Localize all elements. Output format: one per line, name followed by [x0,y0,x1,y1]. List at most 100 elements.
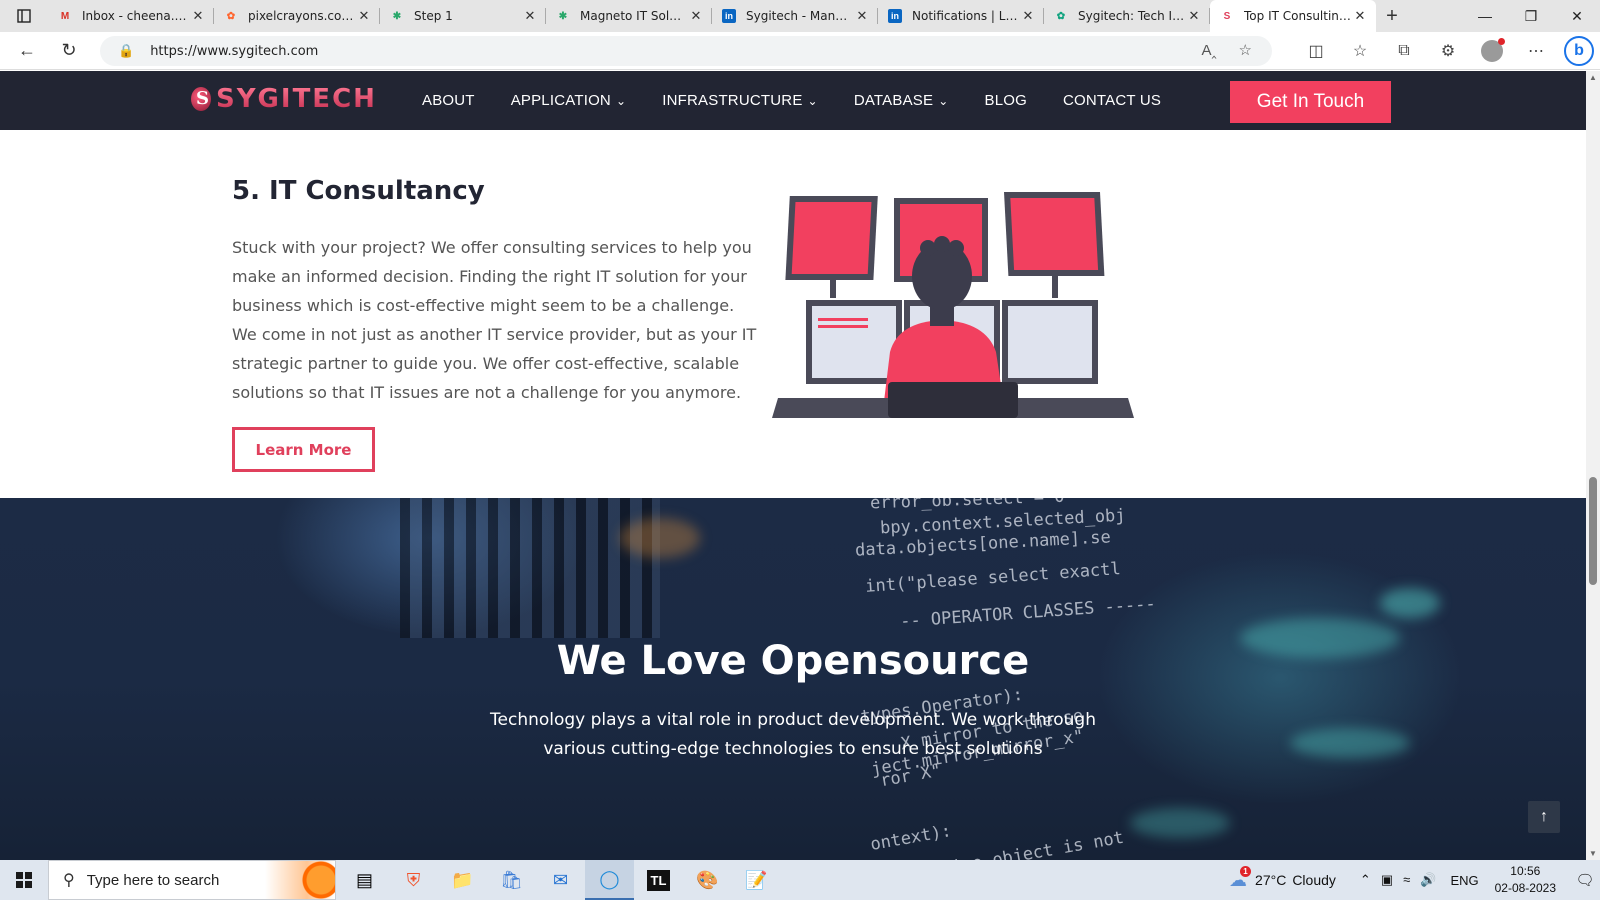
profile-avatar[interactable] [1481,38,1505,62]
new-tab-button[interactable]: + [1376,5,1408,28]
lock-icon[interactable]: 🔒 [118,43,134,59]
bing-chat-icon[interactable]: b [1564,36,1594,66]
extensions-icon[interactable]: ⚙ [1426,41,1470,61]
collections-icon[interactable]: ⧉ [1382,42,1426,60]
browser-tab[interactable]: ✿ pixelcrayons.com: E✕ [214,0,380,32]
code-line: -- OPERATOR CLASSES ----- [899,594,1157,632]
nav-item-label: ABOUT [422,92,475,109]
wifi-icon[interactable]: ≈ [1403,872,1410,888]
linkedin-icon: in [722,9,736,23]
semrush-icon: ✿ [226,10,236,22]
scroll-thumb[interactable] [1589,477,1597,585]
tab-title: Top IT Consulting C [1244,9,1352,23]
logo-mark-icon: S [188,84,212,114]
browser-tab[interactable]: M Inbox - cheena.shel ✕ [48,0,214,32]
chevron-down-icon: ⌄ [615,93,627,108]
browser-tab[interactable]: in Notifications | Linke ✕ [878,0,1044,32]
get-in-touch-button[interactable]: Get In Touch [1230,81,1391,123]
site-logo[interactable]: S SYGITECH [188,84,377,114]
page-scrollbar[interactable]: ▲ ▼ [1586,71,1600,860]
scroll-down-arrow-icon[interactable]: ▼ [1589,849,1597,858]
nav-item-label: DATABASE [853,92,934,109]
paint-icon[interactable]: 🎨 [683,860,732,900]
close-tab-icon[interactable]: ✕ [356,8,372,24]
magento-icon: ✱ [558,10,568,22]
url-field[interactable]: 🔒 https://www.sygitech.com A‸ ☆ [100,36,1272,66]
browser-tab[interactable]: ✱ Magneto IT Solution ✕ [546,0,712,32]
banner-text: Technology plays a vital role in product… [490,710,1096,759]
tab-actions-icon[interactable] [0,0,48,32]
favorite-star-icon[interactable]: ☆ [1239,41,1252,59]
chevron-down-icon: ⌄ [938,93,949,108]
notification-center-icon[interactable]: 🗨 [1570,860,1600,900]
browser-tab-bar: M Inbox - cheena.shel ✕ ✿ pixelcrayons.com: … [0,0,1600,32]
tab-title: Sygitech: Tech Inno [1078,9,1186,23]
close-tab-icon[interactable]: ✕ [190,8,206,24]
site-header: S SYGITECH ABOUT APPLICATION ⌄ INFRASTRUCTU… [0,71,1586,130]
browser-tab[interactable]: ✿ Sygitech: Tech Inno ✕ [1044,0,1210,32]
browser-tab[interactable]: ✱ Step 1 ✕ [380,0,546,32]
close-tab-icon[interactable]: ✕ [1186,8,1202,24]
chevron-down-icon: ⌄ [807,93,818,108]
split-screen-icon[interactable]: ◫ [1294,41,1338,61]
mail-icon[interactable]: ✉ [536,860,585,900]
file-explorer-icon[interactable]: 📁 [438,860,487,900]
opensource-banner: error_ob.select = 0 bpy.context.selected_… [0,498,1586,860]
nav-item-infrastructure[interactable]: INFRASTRUCTURE ⌄ [662,92,818,109]
tab-title: Sygitech - Manage [746,9,854,23]
weather-temp: 27°C [1255,872,1287,888]
nav-item-database[interactable]: DATABASE ⌄ [854,92,949,109]
nav-item-about[interactable]: ABOUT [422,92,475,109]
back-icon[interactable]: ← [6,32,48,70]
start-button[interactable] [0,860,48,900]
section-title: 5. IT Consultancy [232,176,485,206]
weather-text: Cloudy [1292,872,1336,888]
weather-widget[interactable]: ☁ 1 27°C Cloudy [1229,865,1336,891]
tl-app-icon[interactable]: TL [634,860,683,900]
more-menu-icon[interactable]: ⋯ [1514,41,1558,61]
show-hidden-icons-icon[interactable]: ⌃ [1360,872,1371,888]
brave-browser-icon[interactable]: ⛨ [389,860,438,900]
close-tab-icon[interactable]: ✕ [688,8,704,24]
close-window-icon[interactable]: ✕ [1554,0,1600,32]
restore-icon[interactable]: ❐ [1508,0,1554,32]
code-line: int("please select exactl [864,559,1122,597]
scroll-to-top-button[interactable]: ↑ [1528,801,1560,833]
tab-title: pixelcrayons.com: E [248,9,356,23]
browser-tab[interactable]: in Sygitech - Manage ✕ [712,0,878,32]
battery-icon[interactable]: ▣ [1381,872,1393,888]
volume-icon[interactable]: 🔊 [1420,872,1436,888]
clock[interactable]: 10:56 02-08-2023 [1495,863,1556,897]
gmail-icon: M [60,10,70,22]
minimize-icon[interactable]: — [1462,0,1508,32]
close-tab-icon[interactable]: ✕ [1352,8,1368,24]
scroll-up-arrow-icon[interactable]: ▲ [1589,73,1597,82]
nav-item-contact-us[interactable]: CONTACT US [1063,92,1161,109]
notepad-icon[interactable]: 📝 [732,860,781,900]
linkedin-icon: in [888,9,902,23]
read-aloud-icon[interactable]: A‸ [1201,41,1216,59]
taskbar-search[interactable]: ⚲ Type here to search [48,860,336,900]
sygitech-icon: S [1223,10,1231,22]
nav-item-label: INFRASTRUCTURE [662,92,803,109]
close-tab-icon[interactable]: ✕ [1020,8,1036,24]
nav-item-blog[interactable]: BLOG [984,92,1026,109]
learn-more-button[interactable]: Learn More [232,427,375,472]
refresh-icon[interactable]: ↻ [48,32,90,70]
task-view-icon[interactable]: ▤ [340,860,389,900]
address-bar-row: ← ↻ 🔒 https://www.sygitech.com A‸ ☆ ◫ ☆ … [0,32,1600,70]
nav-item-application[interactable]: APPLICATION ⌄ [511,92,627,109]
browser-tab[interactable]: S Top IT Consulting C ✕ [1210,0,1376,32]
section-body: Stuck with your project? We offer consul… [232,238,757,402]
microsoft-store-icon[interactable]: 🛍 [487,860,536,900]
nav-item-label: BLOG [984,92,1027,109]
favorites-icon[interactable]: ☆ [1338,41,1382,61]
url-text[interactable]: https://www.sygitech.com [150,44,318,59]
edge-browser-icon[interactable]: ◯ [585,860,634,900]
windows-taskbar: ⚲ Type here to search ▤ ⛨ 📁 🛍 ✉ ◯ TL 🎨 📝… [0,860,1600,900]
clock-date: 02-08-2023 [1494,881,1556,895]
chatgpt-icon: ✿ [1056,10,1066,22]
close-tab-icon[interactable]: ✕ [854,8,870,24]
close-tab-icon[interactable]: ✕ [522,8,538,24]
language-indicator[interactable]: ENG [1450,873,1478,888]
